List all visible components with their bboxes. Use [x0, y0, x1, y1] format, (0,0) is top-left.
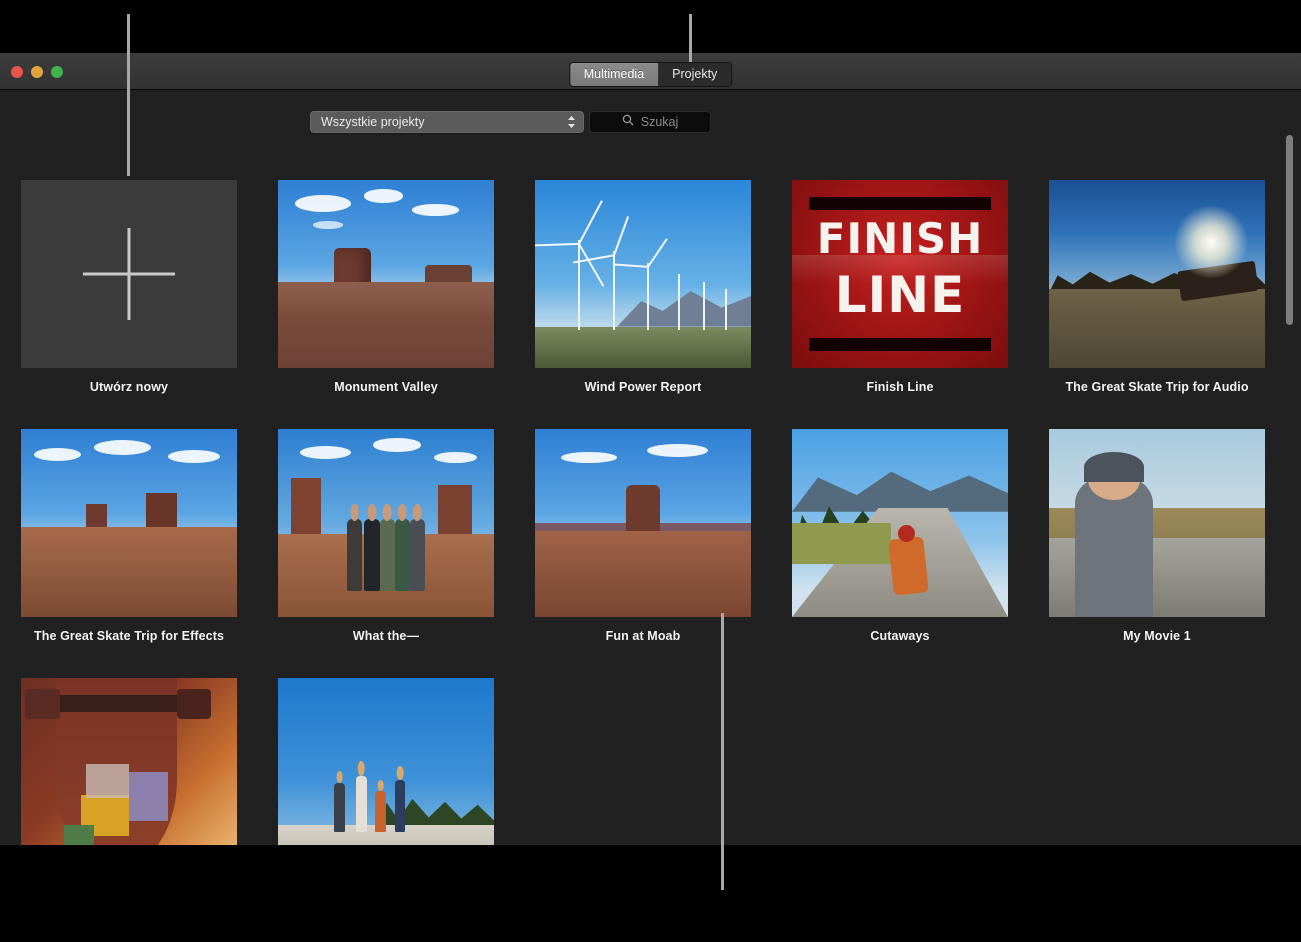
new-project-thumbnail[interactable] [21, 180, 237, 368]
project-title: Utwórz nowy [0, 380, 258, 394]
minimize-button[interactable] [31, 66, 43, 78]
project-thumbnail[interactable] [278, 180, 494, 368]
project-tile[interactable]: The Great Skate Trip for Effects [0, 429, 258, 643]
project-tile[interactable]: Monument Valley [257, 180, 515, 394]
project-filter-select[interactable]: Wszystkie projekty [310, 111, 584, 133]
project-thumbnail[interactable] [535, 429, 751, 617]
project-title: The Great Skate Trip for Audio [1028, 380, 1286, 394]
poster-line-2: LINE [792, 270, 1008, 320]
search-placeholder: Szukaj [641, 115, 679, 129]
screen: Multimedia Projekty Wszystkie projekty [0, 0, 1301, 942]
project-tile[interactable]: FINISH LINE Finish Line [771, 180, 1029, 394]
callout-line-projects-tab [689, 14, 692, 62]
project-title: What the— [257, 629, 515, 643]
grid-row [0, 678, 1277, 845]
project-title: Fun at Moab [514, 629, 772, 643]
projects-grid: Utwórz nowy [0, 180, 1277, 845]
callout-line-project-tile [721, 613, 724, 890]
project-thumbnail[interactable] [1049, 429, 1265, 617]
project-thumbnail[interactable] [278, 429, 494, 617]
project-tile[interactable]: What the— [257, 429, 515, 643]
poster-line-1: FINISH [792, 218, 1008, 260]
project-tile[interactable]: The Great Skate Trip for Audio [1028, 180, 1286, 394]
project-title: Finish Line [771, 380, 1029, 394]
window-controls[interactable] [11, 66, 63, 78]
search-icon [622, 113, 634, 131]
projects-toolbar: Wszystkie projekty Szukaj [0, 111, 1301, 141]
project-tile[interactable]: Fun at Moab [514, 429, 772, 643]
grid-row: The Great Skate Trip for Effects [0, 429, 1277, 669]
vertical-scrollbar[interactable] [1282, 90, 1297, 845]
tab-projekty[interactable]: Projekty [658, 63, 731, 86]
project-tile[interactable]: My Movie 1 [1028, 429, 1286, 643]
project-thumbnail[interactable] [21, 429, 237, 617]
search-input[interactable]: Szukaj [589, 111, 711, 133]
project-thumbnail[interactable] [21, 678, 237, 845]
zoom-button[interactable] [51, 66, 63, 78]
close-button[interactable] [11, 66, 23, 78]
project-tile-new[interactable]: Utwórz nowy [0, 180, 258, 394]
project-title: The Great Skate Trip for Effects [0, 629, 258, 643]
view-tabs[interactable]: Multimedia Projekty [569, 62, 733, 87]
project-tile[interactable] [0, 678, 258, 845]
project-title: Monument Valley [257, 380, 515, 394]
project-thumbnail[interactable] [792, 429, 1008, 617]
project-title: Cutaways [771, 629, 1029, 643]
callout-line-new-project [127, 14, 130, 176]
project-thumbnail[interactable] [1049, 180, 1265, 368]
project-tile[interactable]: Cutaways [771, 429, 1029, 643]
project-title: Wind Power Report [514, 380, 772, 394]
project-tile[interactable]: Wind Power Report [514, 180, 772, 394]
project-thumbnail[interactable] [278, 678, 494, 845]
tab-multimedia[interactable]: Multimedia [570, 63, 658, 86]
window-titlebar: Multimedia Projekty [0, 53, 1301, 90]
project-filter-value: Wszystkie projekty [311, 115, 425, 129]
project-thumbnail[interactable] [535, 180, 751, 368]
project-thumbnail[interactable]: FINISH LINE [792, 180, 1008, 368]
project-tile[interactable] [257, 678, 515, 845]
imovie-window: Multimedia Projekty Wszystkie projekty [0, 53, 1301, 845]
grid-row: Utwórz nowy [0, 180, 1277, 420]
chevron-updown-icon [567, 114, 576, 130]
project-title: My Movie 1 [1028, 629, 1286, 643]
scrollbar-thumb[interactable] [1286, 135, 1293, 325]
